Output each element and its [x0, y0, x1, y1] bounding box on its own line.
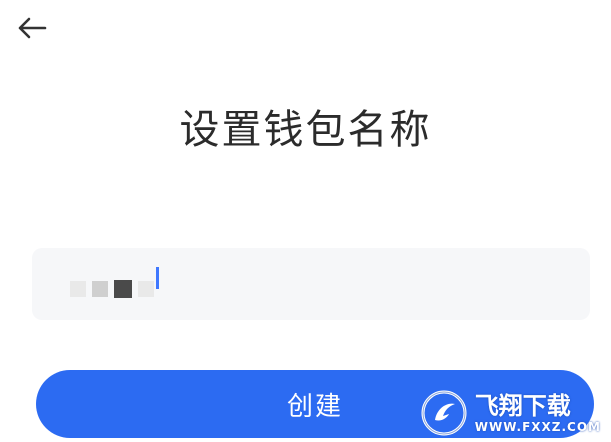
text-cursor: [156, 267, 159, 289]
set-wallet-name-screen: 设置钱包名称 创建 飞翔下载 WWW.FXXZ.COM: [0, 0, 611, 442]
wallet-name-input[interactable]: [70, 268, 552, 300]
create-button[interactable]: 创建: [36, 370, 594, 438]
wallet-name-field[interactable]: [32, 248, 590, 320]
page-title: 设置钱包名称: [179, 107, 432, 153]
back-button[interactable]: [10, 8, 54, 48]
arrow-left-icon: [18, 17, 47, 39]
